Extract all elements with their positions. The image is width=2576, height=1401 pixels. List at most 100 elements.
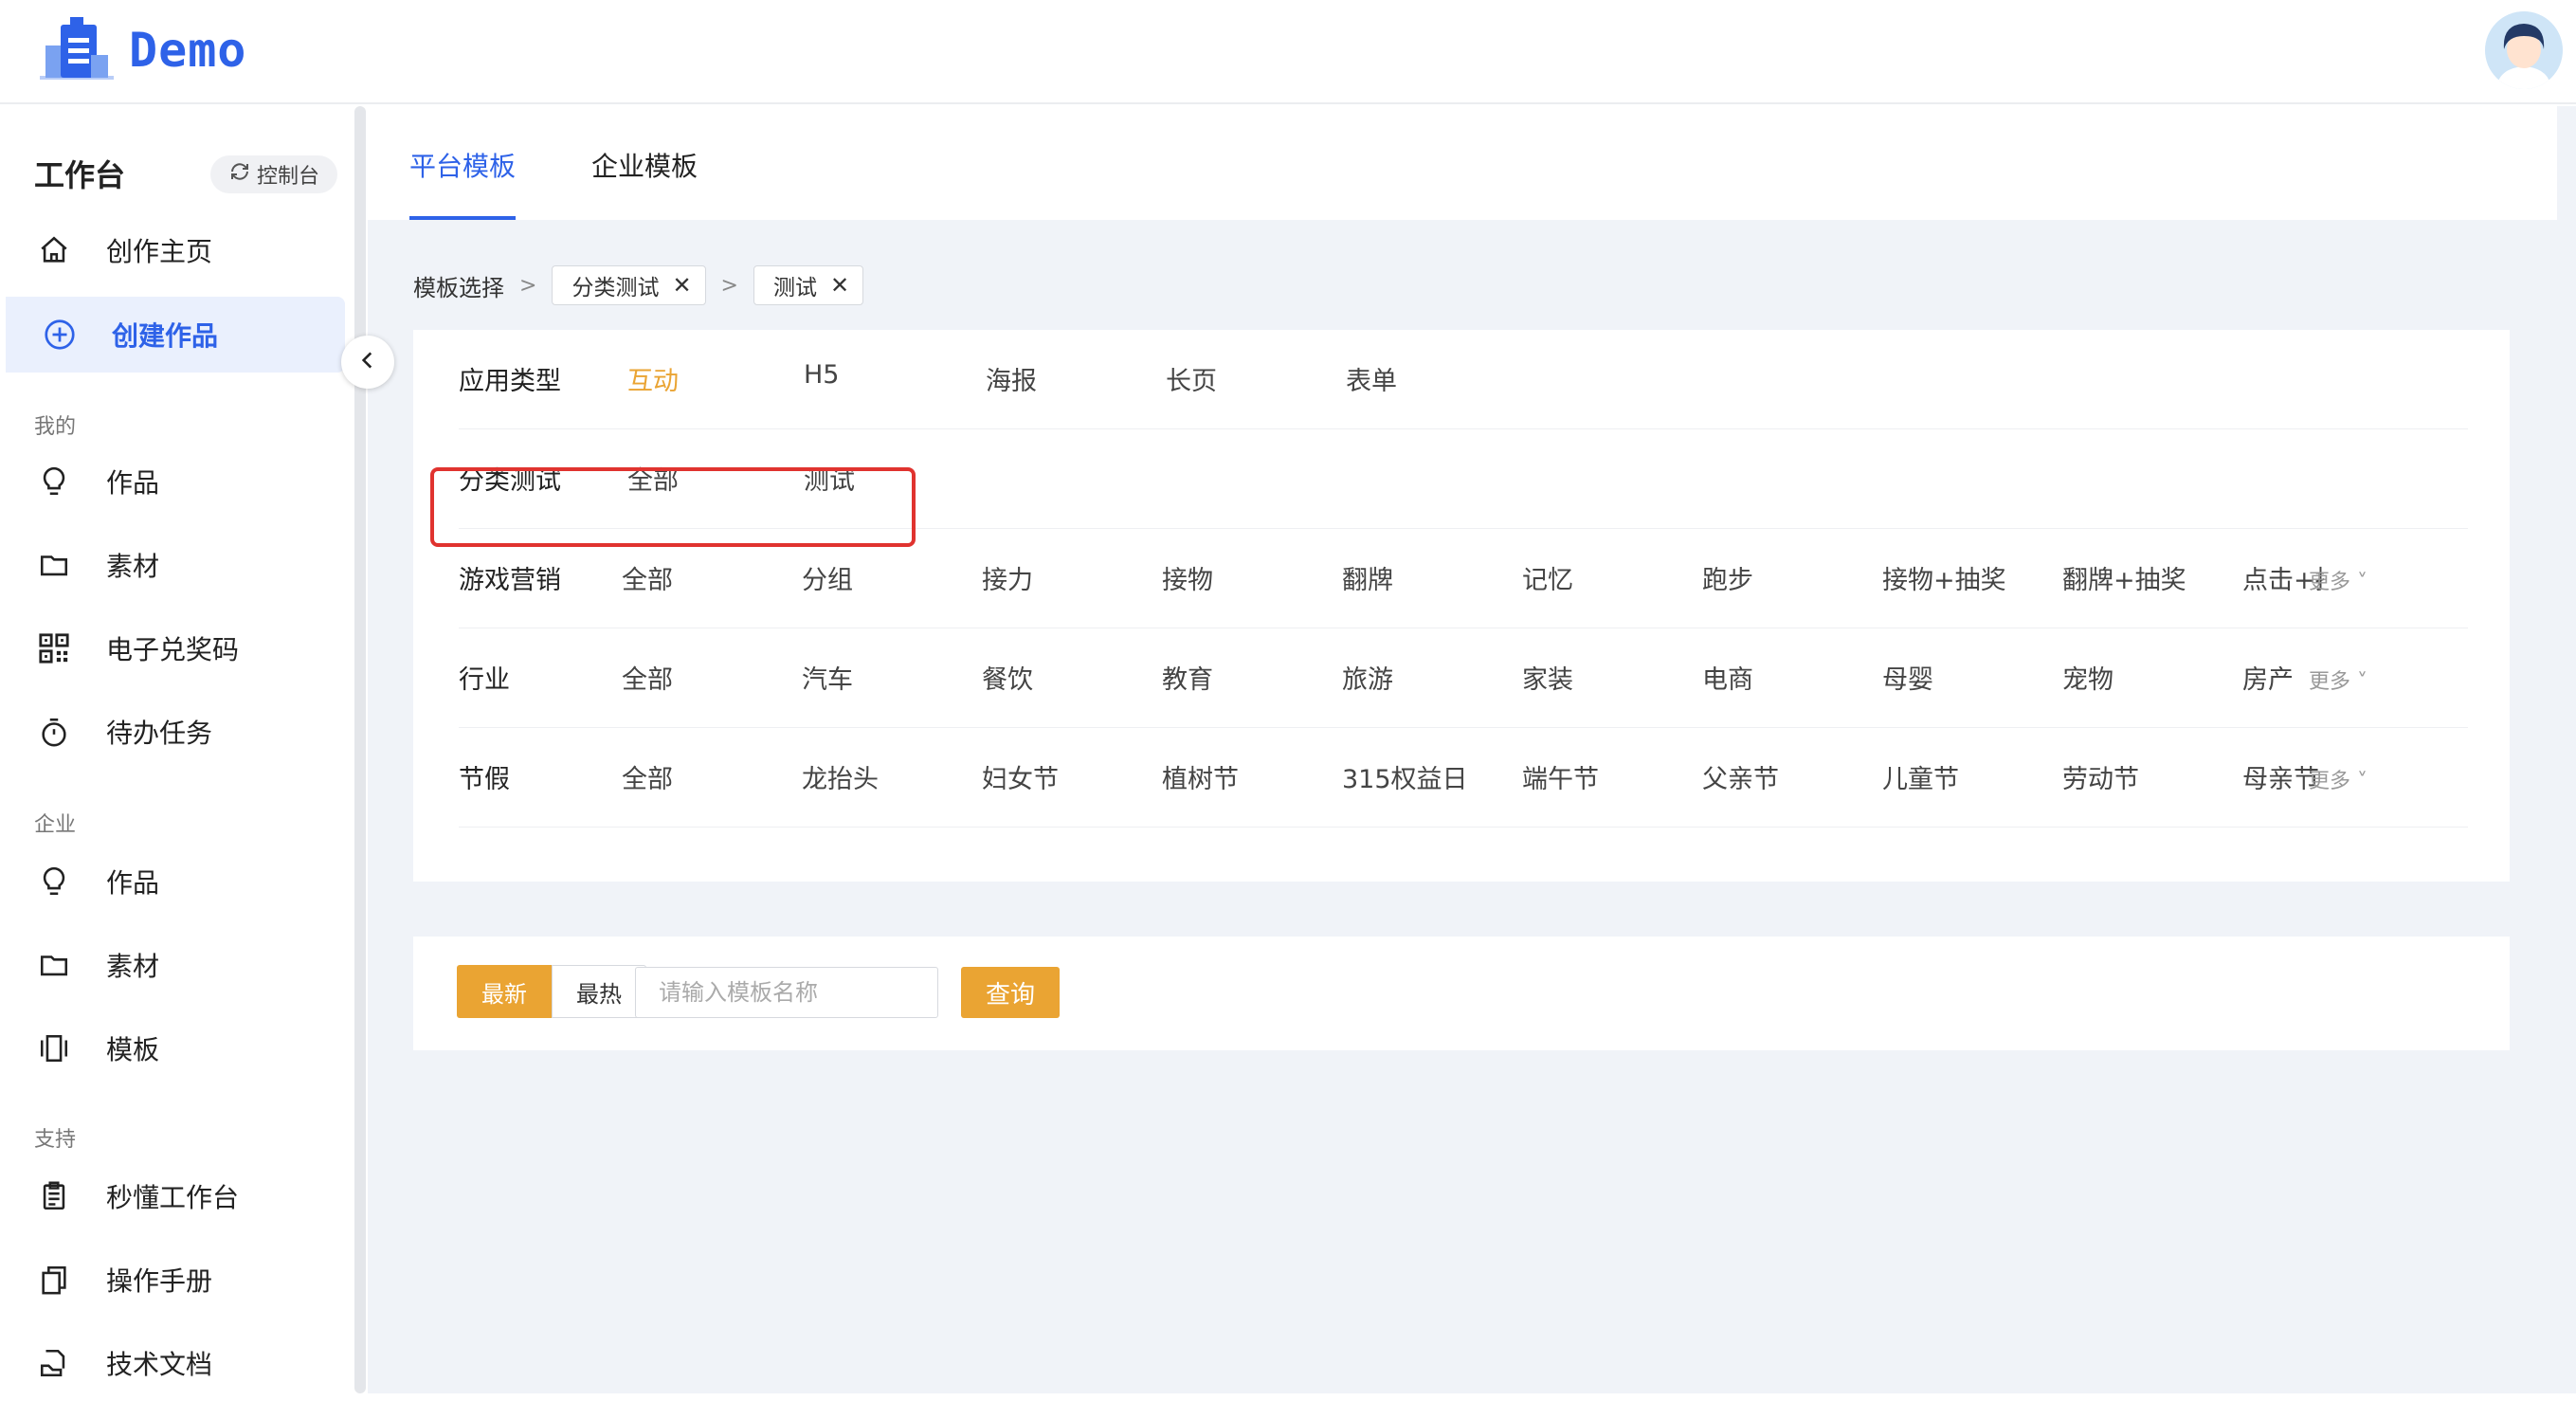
sort-newest-button[interactable]: 最新 xyxy=(457,965,552,1018)
more-toggle[interactable]: 更多 ˅ xyxy=(2309,664,2367,695)
template-tabs: 平台模板 企业模板 xyxy=(368,106,2557,220)
filter-option[interactable]: 劳动节 xyxy=(2062,758,2139,795)
refresh-icon xyxy=(228,160,251,189)
filter-option[interactable]: 旅游 xyxy=(1342,659,1393,696)
lightbulb-icon xyxy=(36,864,72,900)
filter-option[interactable]: 餐饮 xyxy=(982,659,1033,696)
filter-option[interactable]: 互动 xyxy=(627,360,679,397)
active-tab-indicator xyxy=(409,216,516,220)
filter-option[interactable]: 龙抬头 xyxy=(802,758,879,795)
user-avatar[interactable] xyxy=(2485,11,2563,89)
filter-row-label: 游戏营销 xyxy=(459,566,561,595)
sidebar-item-my-works[interactable]: 作品 xyxy=(0,444,339,519)
lightbulb-icon xyxy=(36,464,72,500)
filter-option[interactable]: 宠物 xyxy=(2062,659,2113,696)
copy-icon xyxy=(36,1262,72,1298)
close-icon[interactable]: ✕ xyxy=(830,272,849,299)
sidebar-item-todo[interactable]: 待办任务 xyxy=(0,694,339,770)
search-bar: 最新 最热 查询 xyxy=(413,937,2510,1050)
filter-option[interactable]: 母婴 xyxy=(1882,659,1933,696)
breadcrumb-separator: > xyxy=(720,273,738,298)
filter-option[interactable]: 分组 xyxy=(802,559,853,596)
filter-option[interactable]: 翻牌 xyxy=(1342,559,1393,596)
filter-option[interactable]: 父亲节 xyxy=(1702,758,1779,795)
sidebar-item-create-work[interactable]: 创建作品 xyxy=(6,297,345,373)
filter-option[interactable]: H5 xyxy=(804,360,839,390)
sidebar-item-tech-docs[interactable]: 技术文档 xyxy=(0,1325,339,1401)
section-mine-label: 我的 xyxy=(34,415,77,439)
more-toggle[interactable]: 更多 ˅ xyxy=(2309,565,2367,595)
tab-platform-templates[interactable]: 平台模板 xyxy=(409,146,516,184)
filter-option[interactable]: 教育 xyxy=(1162,659,1213,696)
workbench-title: 工作台 xyxy=(34,157,126,193)
filter-option[interactable]: 接力 xyxy=(982,559,1033,596)
highlight-annotation-box xyxy=(430,467,916,547)
sidebar-scrollbar[interactable] xyxy=(354,106,366,1393)
main-content: 平台模板 企业模板 模板选择 > 分类测试 ✕ > 测试 ✕ 应用类型 互动 H… xyxy=(368,106,2576,1393)
carousel-icon xyxy=(36,1030,72,1066)
breadcrumb-chip-category[interactable]: 分类测试 ✕ xyxy=(552,265,706,305)
home-icon xyxy=(36,232,72,268)
filter-option[interactable]: 妇女节 xyxy=(982,758,1059,795)
filter-option[interactable]: 全部 xyxy=(622,659,673,696)
filter-option[interactable]: 记忆 xyxy=(1522,559,1573,596)
filter-option[interactable]: 电商 xyxy=(1702,659,1753,696)
logo[interactable]: Demo xyxy=(38,17,246,83)
collapse-sidebar-button[interactable] xyxy=(341,336,394,389)
filter-option[interactable]: 接物 xyxy=(1162,559,1213,596)
stopwatch-icon xyxy=(36,714,72,750)
filter-option[interactable]: 家装 xyxy=(1522,659,1573,696)
filter-option[interactable]: 全部 xyxy=(622,559,673,596)
top-header: Demo xyxy=(0,0,2576,104)
breadcrumb-separator: > xyxy=(519,273,537,298)
close-icon[interactable]: ✕ xyxy=(672,272,691,299)
tab-enterprise-templates[interactable]: 企业模板 xyxy=(591,146,698,184)
filter-option[interactable]: 接物+抽奖 xyxy=(1882,559,2006,596)
breadcrumb-chip-test[interactable]: 测试 ✕ xyxy=(753,265,864,305)
sort-toggle: 最新 最热 xyxy=(457,965,646,1018)
sidebar-item-redeem-code[interactable]: 电子兑奖码 xyxy=(0,610,339,686)
template-name-search-input[interactable] xyxy=(635,967,938,1018)
breadcrumb: 模板选择 > 分类测试 ✕ > 测试 ✕ xyxy=(413,265,864,305)
sidebar-item-enterprise-assets[interactable]: 素材 xyxy=(0,927,339,1003)
clipboard-icon xyxy=(36,1178,72,1214)
sort-hottest-button[interactable]: 最热 xyxy=(552,965,646,1018)
sidebar-item-home[interactable]: 创作主页 xyxy=(0,212,339,288)
filter-row-app-type: 应用类型 互动 H5 海报 长页 表单 xyxy=(459,330,2468,429)
filter-option[interactable]: 儿童节 xyxy=(1882,758,1959,795)
console-button[interactable]: 控制台 xyxy=(210,155,337,193)
filter-row-label: 应用类型 xyxy=(459,367,561,396)
sidebar-item-manual[interactable]: 操作手册 xyxy=(0,1242,339,1318)
filter-panel: 应用类型 互动 H5 海报 长页 表单 分类测试 全部 测试 游戏营销 全部 分… xyxy=(413,330,2510,882)
document-hand-icon xyxy=(36,1345,72,1381)
more-toggle[interactable]: 更多 ˅ xyxy=(2309,764,2367,794)
filter-option[interactable]: 植树节 xyxy=(1162,758,1239,795)
chevron-down-icon: ˅ xyxy=(2350,670,2368,694)
filter-option[interactable]: 房产 xyxy=(2242,659,2294,696)
filter-option[interactable]: 长页 xyxy=(1166,360,1217,397)
section-support-label: 支持 xyxy=(34,1128,77,1152)
filter-option[interactable]: 315权益日 xyxy=(1342,758,1468,795)
sidebar-item-my-assets[interactable]: 素材 xyxy=(0,527,339,603)
sidebar-item-quick-guide[interactable]: 秒懂工作台 xyxy=(0,1158,339,1234)
filter-option[interactable]: 翻牌+抽奖 xyxy=(2062,559,2186,596)
folder-icon xyxy=(36,947,72,983)
console-label: 控制台 xyxy=(256,165,319,189)
filter-row-industry: 行业 全部 汽车 餐饮 教育 旅游 家装 电商 母婴 宠物 房产 更多 ˅ xyxy=(459,628,2468,728)
qrcode-icon xyxy=(36,630,72,666)
building-logo-icon xyxy=(38,17,116,83)
filter-row-holidays: 节假 全部 龙抬头 妇女节 植树节 315权益日 端午节 父亲节 儿童节 劳动节… xyxy=(459,728,2468,828)
filter-row-label: 节假 xyxy=(459,765,510,794)
sidebar-item-enterprise-templates[interactable]: 模板 xyxy=(0,1010,339,1086)
query-button[interactable]: 查询 xyxy=(961,967,1060,1018)
filter-option[interactable]: 跑步 xyxy=(1702,559,1753,596)
filter-option[interactable]: 端午节 xyxy=(1522,758,1599,795)
filter-option[interactable]: 全部 xyxy=(622,758,673,795)
filter-option[interactable]: 汽车 xyxy=(802,659,853,696)
breadcrumb-root[interactable]: 模板选择 xyxy=(413,269,504,302)
sidebar-item-enterprise-works[interactable]: 作品 xyxy=(0,844,339,919)
plus-circle-icon xyxy=(42,317,78,353)
filter-option[interactable]: 海报 xyxy=(986,360,1037,397)
filter-option[interactable]: 母亲节 xyxy=(2242,758,2319,795)
filter-option[interactable]: 表单 xyxy=(1346,360,1397,397)
